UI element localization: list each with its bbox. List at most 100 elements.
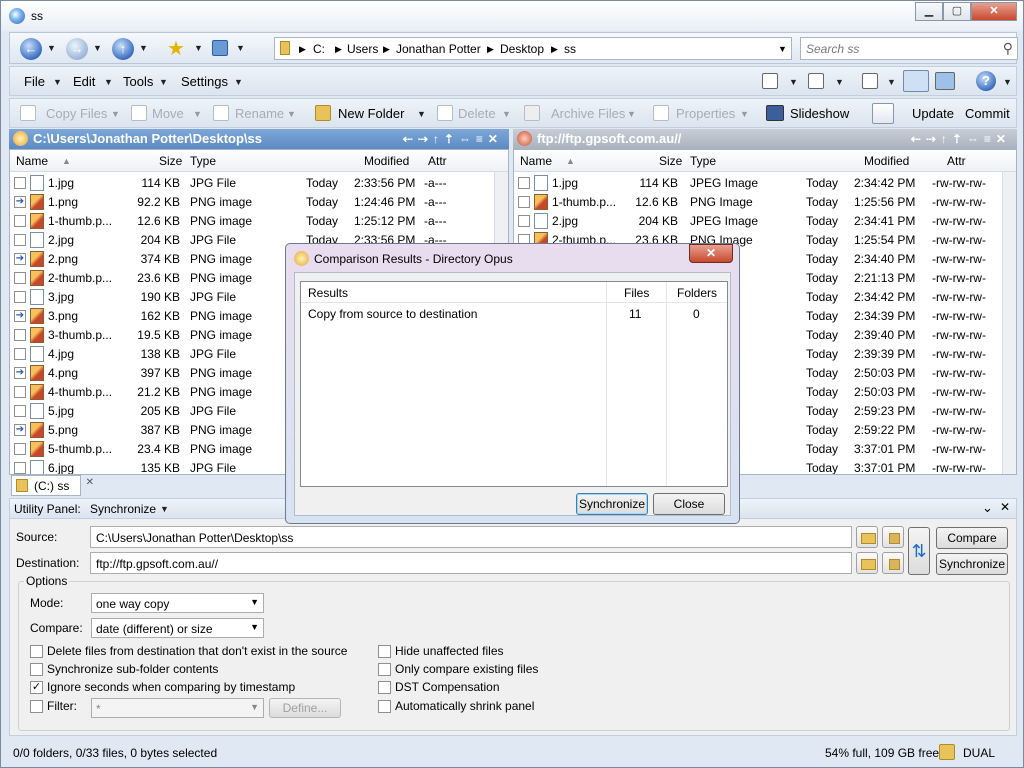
col-type[interactable]: Type <box>690 154 716 168</box>
option-checkbox[interactable] <box>30 645 43 658</box>
update-button[interactable]: Update <box>912 106 954 121</box>
search-icon[interactable]: ⚲ <box>1003 40 1013 57</box>
dialog-close-icon[interactable]: ✕ <box>689 244 733 263</box>
browse-destination-icon[interactable] <box>856 552 878 574</box>
pane-controls-icon[interactable]: ⇠⇢↑⇡⇔≡✕ <box>403 129 503 149</box>
option-label[interactable]: DST Compensation <box>395 680 500 694</box>
col-files[interactable]: Files <box>624 286 649 300</box>
back-icon[interactable]: ← <box>20 38 42 60</box>
search-input[interactable]: Search ss ⚲ <box>800 37 1018 60</box>
option-label[interactable]: Ignore seconds when comparing by timesta… <box>47 680 295 694</box>
tab-c-ss[interactable]: (C:) ss ✕ <box>11 475 94 496</box>
compare-select[interactable]: date (different) or size ▼ <box>91 618 264 638</box>
source-field[interactable]: C:\Users\Jonathan Potter\Desktop\ss <box>90 526 852 548</box>
swap-icon[interactable]: ⇅ <box>908 527 930 575</box>
row-checkbox[interactable] <box>14 234 26 246</box>
row-checkbox[interactable] <box>14 215 26 227</box>
row-checkbox[interactable] <box>518 215 530 227</box>
col-results[interactable]: Results <box>308 286 348 300</box>
file-row[interactable]: ➔ 1.png 92.2 KB PNG image Today 1:24:46 PM -a-… <box>10 193 508 212</box>
row-checkbox[interactable] <box>14 348 26 360</box>
option-label[interactable]: Delete files from destination that don't… <box>47 644 347 658</box>
move-button[interactable]: Move <box>152 106 184 121</box>
browse-source-icon[interactable] <box>856 526 878 548</box>
file-row[interactable]: 1-thumb.p... 12.6 KB PNG Image Today 1:25:56… <box>514 193 1016 212</box>
col-modified[interactable]: Modified <box>864 154 909 168</box>
breadcrumb-user[interactable]: Jonathan Potter <box>396 42 481 56</box>
back-history-dropdown[interactable]: ▼ <box>47 43 56 53</box>
breadcrumb-ss[interactable]: ss <box>564 42 576 56</box>
col-size[interactable]: Size <box>659 154 682 168</box>
view-mode-icon[interactable] <box>762 73 778 89</box>
option-label[interactable]: Filter: <box>47 699 77 713</box>
col-name[interactable]: Name <box>16 154 48 168</box>
chevron-down-icon[interactable]: ▼ <box>159 77 168 87</box>
row-checkbox[interactable] <box>518 177 530 189</box>
chevron-down-icon[interactable]: ▼ <box>627 109 636 119</box>
option-checkbox[interactable] <box>378 700 391 713</box>
option-checkbox[interactable] <box>378 663 391 676</box>
menu-edit[interactable]: Edit <box>73 74 95 89</box>
chevron-down-icon[interactable]: ▼ <box>740 109 749 119</box>
properties-button[interactable]: Properties <box>676 106 735 121</box>
help-icon[interactable]: ? <box>976 71 996 91</box>
row-checkbox[interactable] <box>14 291 26 303</box>
option-label[interactable]: Automatically shrink panel <box>395 699 534 713</box>
option-label[interactable]: Synchronize sub-folder contents <box>47 662 218 676</box>
option-checkbox[interactable] <box>378 681 391 694</box>
address-dropdown-icon[interactable]: ▼ <box>778 44 787 54</box>
compare-button[interactable]: Compare <box>936 527 1008 549</box>
breadcrumb-desktop[interactable]: Desktop <box>500 42 544 56</box>
lock-destination-icon[interactable] <box>882 552 904 574</box>
col-type[interactable]: Type <box>190 154 216 168</box>
col-name[interactable]: Name <box>520 154 552 168</box>
chevron-down-icon[interactable]: ▼ <box>111 109 120 119</box>
menu-tools[interactable]: Tools <box>123 74 153 89</box>
row-checkbox[interactable] <box>14 272 26 284</box>
chevron-down-icon[interactable]: ▼ <box>104 77 113 87</box>
chevron-down-icon[interactable]: ▼ <box>1003 77 1012 87</box>
delete-button[interactable]: Delete <box>458 106 496 121</box>
file-row[interactable]: 1.jpg 114 KB JPEG Image Today 2:34:42 PM -rw-… <box>514 174 1016 193</box>
row-checkbox[interactable] <box>518 196 530 208</box>
chevron-down-icon[interactable]: ▼ <box>234 77 243 87</box>
results-list[interactable]: Results Files Folders Copy from source t… <box>300 281 728 487</box>
chevron-down-icon[interactable]: ▼ <box>887 77 896 87</box>
pane-controls-icon[interactable]: ⇠⇢↑⇡⇔≡✕ <box>911 129 1011 149</box>
row-checkbox[interactable] <box>14 443 26 455</box>
chevron-down-icon[interactable]: ▼ <box>502 109 511 119</box>
chevron-down-icon[interactable]: ▼ <box>160 504 169 514</box>
menu-file[interactable]: File <box>24 74 45 89</box>
copy-files-button[interactable]: Copy Files <box>46 106 107 121</box>
chevron-down-icon[interactable]: ▼ <box>789 77 798 87</box>
option-checkbox[interactable]: ✓ <box>30 681 43 694</box>
row-checkbox[interactable] <box>14 462 26 474</box>
close-button[interactable]: ✕ <box>971 2 1017 21</box>
favorites-dropdown[interactable]: ▼ <box>194 43 203 53</box>
viewer-pane-icon[interactable] <box>935 72 955 90</box>
row-checkbox[interactable] <box>14 386 26 398</box>
minimize-button[interactable]: ▁ <box>915 2 943 21</box>
option-checkbox[interactable] <box>378 645 391 658</box>
maximize-button[interactable]: ▢ <box>943 2 971 21</box>
utility-mode-selector[interactable]: Synchronize <box>90 502 156 516</box>
breadcrumb-users[interactable]: Users <box>347 42 378 56</box>
vertical-scrollbar[interactable] <box>1002 172 1016 474</box>
lock-source-icon[interactable] <box>882 526 904 548</box>
define-button[interactable]: Define... <box>269 698 341 718</box>
favorites-star-icon[interactable]: ★ <box>167 36 185 61</box>
chevron-down-icon[interactable]: ▼ <box>287 109 296 119</box>
close-panel-icon[interactable]: ✕ <box>1000 500 1010 514</box>
row-checkbox[interactable] <box>14 177 26 189</box>
forward-icon[interactable]: → <box>66 38 88 60</box>
row-checkbox[interactable] <box>14 329 26 341</box>
address-bar[interactable]: ▶ C: ▶ Users ▶ Jonathan Potter ▶ Desktop… <box>274 37 792 60</box>
menu-settings[interactable]: Settings <box>181 74 228 89</box>
option-label[interactable]: Hide unaffected files <box>395 644 504 658</box>
up-dropdown[interactable]: ▼ <box>139 43 148 53</box>
commit-button[interactable]: Commit <box>965 106 1010 121</box>
dialog-synchronize-button[interactable]: Synchronize <box>576 493 648 515</box>
mode-select[interactable]: one way copy ▼ <box>91 593 264 613</box>
chevron-down-icon[interactable]: ▼ <box>193 109 202 119</box>
up-icon[interactable]: ↑ <box>112 38 134 60</box>
